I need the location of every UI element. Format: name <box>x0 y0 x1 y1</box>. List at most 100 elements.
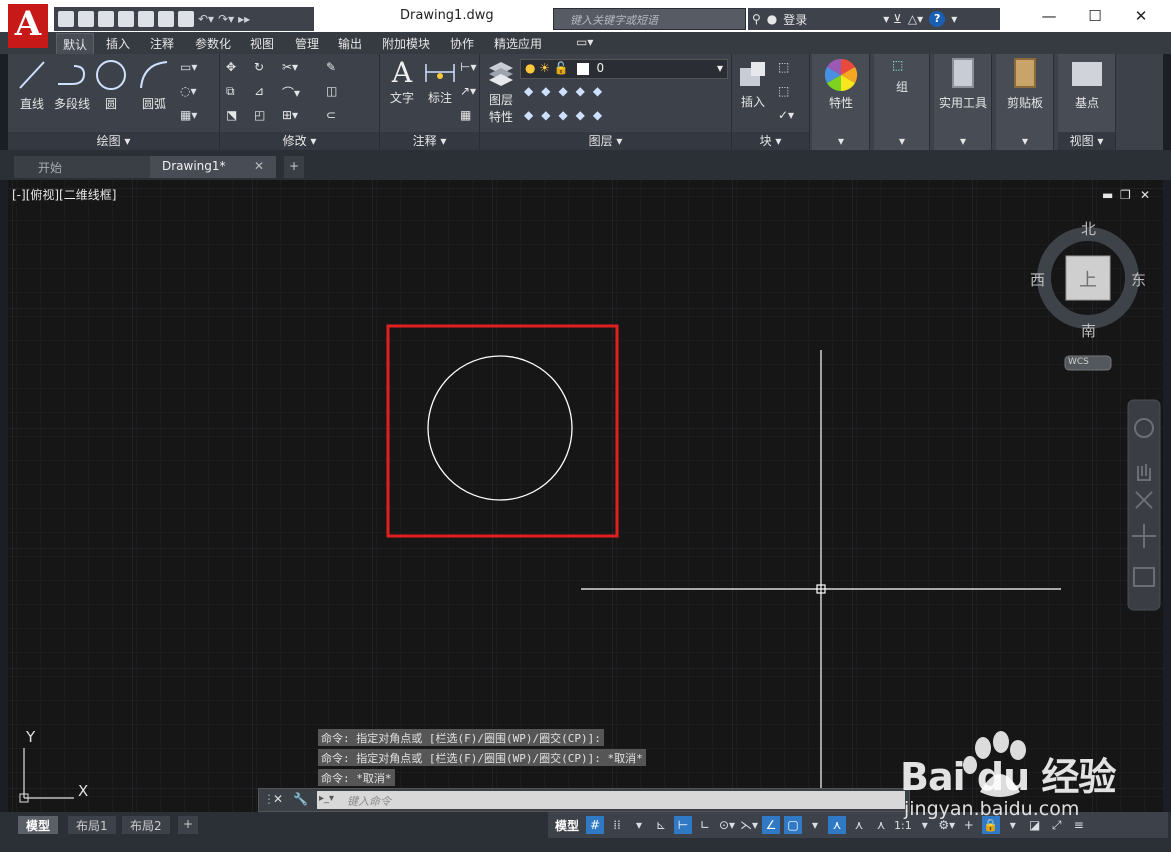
open-file-icon[interactable] <box>78 11 94 27</box>
plot-icon[interactable] <box>178 11 194 27</box>
layer-properties-tool[interactable]: 图层 特性 <box>484 58 518 125</box>
tab-view[interactable]: 视图 <box>250 35 274 52</box>
layout-tab-layout1[interactable]: 布局1 <box>68 816 116 834</box>
hatch-icon[interactable]: ◌▾ <box>180 84 197 98</box>
copy-icon[interactable]: ⧉ <box>226 84 235 99</box>
tab-addins[interactable]: 附加模块 <box>382 35 430 52</box>
arc-tool[interactable]: 圆弧 <box>136 58 172 112</box>
save-web-icon[interactable] <box>158 11 174 27</box>
linear-dim-icon[interactable]: ⊢▾ <box>460 60 476 74</box>
panel-modify-title[interactable]: 修改 ▾ <box>220 132 379 150</box>
circle-tool[interactable]: 圆 <box>94 58 128 112</box>
undo-icon[interactable]: ↶▾ <box>198 12 214 26</box>
panel-view-title[interactable]: 视图 ▾ <box>1058 132 1115 150</box>
panel-annotation-title[interactable]: 注释 ▾ <box>380 132 479 150</box>
tab-parametric[interactable]: 参数化 <box>195 35 231 52</box>
more-qat-icon[interactable]: ▸▸ <box>238 12 250 26</box>
viewport-close-icon[interactable]: ✕ <box>1140 188 1150 202</box>
layout-tab-model[interactable]: 模型 <box>18 816 59 834</box>
tab-start[interactable]: 开始 <box>14 156 150 178</box>
command-prompt-icon[interactable]: ▸_▾ <box>319 793 334 804</box>
rectangle-icon[interactable]: ▭▾ <box>180 60 197 74</box>
insert-block-tool[interactable]: 插入 <box>734 60 772 110</box>
maximize-icon[interactable]: ☐ <box>1080 6 1110 26</box>
tab-manage[interactable]: 管理 <box>295 35 319 52</box>
ortho-icon[interactable]: ∟ <box>696 816 714 834</box>
save-as-icon[interactable] <box>118 11 134 27</box>
erase-icon[interactable]: ✎ <box>326 60 336 74</box>
auto-scale-icon[interactable]: ⋏ <box>850 816 868 834</box>
mirror-icon[interactable]: ⊿ <box>254 84 264 98</box>
polar-tracking-icon[interactable]: ⊙▾ <box>718 816 736 834</box>
viewcube-north[interactable]: 北 <box>1081 218 1096 239</box>
scale-icon[interactable]: ◰ <box>254 108 265 122</box>
new-tab-icon[interactable]: + <box>284 156 304 178</box>
help-icon[interactable]: ? <box>929 11 946 27</box>
panel-utilities[interactable]: 实用工具 ▾ <box>934 54 992 150</box>
tab-annotate[interactable]: 注释 <box>150 35 174 52</box>
autodesk-app-icon[interactable]: △▾ <box>908 12 923 26</box>
redo-icon[interactable]: ↷▾ <box>218 12 234 26</box>
annotation-scale-icon[interactable]: ⋏ <box>872 816 890 834</box>
close-tab-icon[interactable]: ✕ <box>254 159 264 173</box>
trim-icon[interactable]: ✂▾ <box>282 60 298 74</box>
search-input[interactable]: 键入关键字或短语 <box>553 8 746 30</box>
drawing-canvas[interactable]: [-][俯视][二维线框] ▬ ❐ ✕ 北 南 东 西 上 WCS Y X 命令… <box>8 180 1163 812</box>
grid-display-icon[interactable]: # <box>586 816 605 834</box>
array-icon[interactable]: ⊞▾ <box>282 108 298 122</box>
layer-tools-row2[interactable]: ◆◆◆◆◆ <box>524 108 610 122</box>
viewport-controls-label[interactable]: [-][俯视][二维线框] <box>12 186 116 203</box>
dimension-tool[interactable]: 标注 <box>422 60 458 106</box>
fillet-icon[interactable]: ⌒▾ <box>282 84 300 101</box>
tab-insert[interactable]: 插入 <box>106 35 130 52</box>
snap-dropdown-icon[interactable]: ▾ <box>630 816 648 834</box>
panel-layers-title[interactable]: 图层 ▾ <box>480 132 731 150</box>
cart-icon[interactable]: ▾ ⊻ <box>883 12 902 26</box>
move-icon[interactable]: ✥ <box>226 60 236 74</box>
help-dropdown-icon[interactable]: ▾ <box>951 12 957 26</box>
boundary-icon[interactable]: ▦▾ <box>180 108 197 122</box>
close-icon[interactable]: ✕ <box>1126 6 1156 26</box>
tab-output[interactable]: 输出 <box>338 35 362 52</box>
panel-properties[interactable]: 特性 ▾ <box>812 54 870 150</box>
tab-collaborate[interactable]: 协作 <box>450 35 474 52</box>
annotation-visibility-icon[interactable]: ⋏ <box>828 816 847 834</box>
panel-draw-title[interactable]: 绘图 ▾ <box>8 132 219 150</box>
snap-mode-icon[interactable]: ⁞⁞ <box>608 816 626 834</box>
user-icon[interactable]: ● <box>767 12 777 26</box>
layer-dropdown[interactable]: ● ☀ 🔓 0 ▾ <box>520 59 728 79</box>
tab-default[interactable]: 默认 <box>56 33 95 55</box>
customize-wrench-icon[interactable]: 🔧 <box>293 792 308 806</box>
tab-drawing1[interactable]: Drawing1* ✕ <box>150 156 276 178</box>
application-menu-logo[interactable]: A <box>8 4 48 48</box>
dynamic-input-icon[interactable]: ⊢ <box>674 816 693 834</box>
layout-tab-layout2[interactable]: 布局2 <box>122 816 170 834</box>
create-block-icon[interactable]: ⬚ <box>778 60 789 74</box>
ribbon-toggle-icon[interactable]: ▭▾ <box>576 35 593 49</box>
binoculars-icon[interactable]: ⚲ <box>752 12 761 26</box>
viewport-minimize-icon[interactable]: ▬ <box>1102 188 1113 202</box>
new-file-icon[interactable] <box>58 11 74 27</box>
leader-icon[interactable]: ↗▾ <box>460 84 476 98</box>
model-space-button[interactable]: 模型 <box>552 817 582 834</box>
rotate-icon[interactable]: ↻ <box>254 60 264 74</box>
close-command-line-icon[interactable]: ✕ <box>273 792 283 806</box>
table-icon[interactable]: ▦ <box>460 108 471 122</box>
object-snap-icon[interactable]: ▢ <box>784 816 803 834</box>
stretch-icon[interactable]: ⬔ <box>226 108 237 122</box>
login-label[interactable]: 登录 <box>783 11 807 28</box>
save-icon[interactable] <box>98 11 114 27</box>
open-web-icon[interactable] <box>138 11 154 27</box>
edit-block-icon[interactable]: ⬚ <box>778 84 789 98</box>
viewport-restore-icon[interactable]: ❐ <box>1120 188 1131 202</box>
viewcube-west[interactable]: 西 <box>1030 269 1045 290</box>
command-input[interactable]: 键入命令 <box>317 791 905 809</box>
object-snap-dropdown-icon[interactable]: ▾ <box>806 816 824 834</box>
infer-constraints-icon[interactable]: ⊾ <box>652 816 670 834</box>
block-attributes-icon[interactable]: ✓▾ <box>778 108 794 122</box>
polyline-tool[interactable]: 多段线 <box>52 58 92 112</box>
viewcube-south[interactable]: 南 <box>1081 320 1096 341</box>
explode-icon[interactable]: ◫ <box>326 84 337 98</box>
layer-tools-row1[interactable]: ◆◆◆◆◆ <box>524 84 610 98</box>
minimize-icon[interactable]: — <box>1034 6 1064 26</box>
